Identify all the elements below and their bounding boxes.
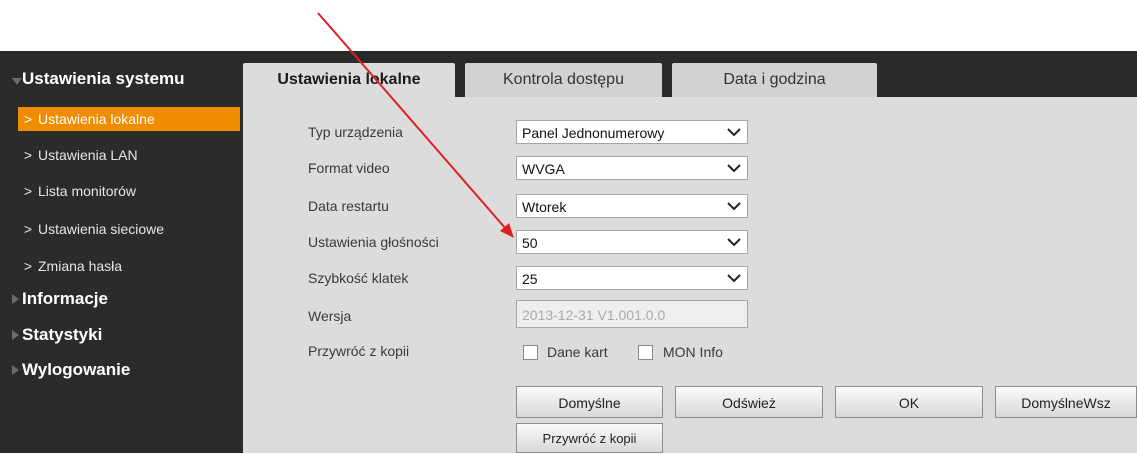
annotation-arrow bbox=[317, 12, 514, 238]
